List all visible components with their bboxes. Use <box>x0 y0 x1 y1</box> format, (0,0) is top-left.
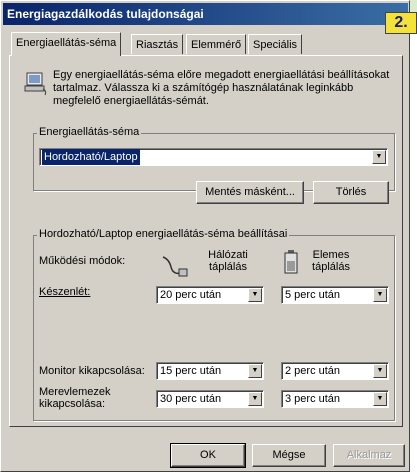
battery-power-label: Elemes táplálás <box>312 249 350 273</box>
tab-advanced[interactable]: Speciális <box>248 34 303 54</box>
scheme-select[interactable]: Hordozható/Laptop ▼ <box>39 148 388 166</box>
monitor-off-label: Monitor kikapcsolása: <box>39 365 145 377</box>
tab-power-schemes[interactable]: Energiaellátás-séma <box>11 32 122 56</box>
chevron-down-icon[interactable]: ▼ <box>373 288 387 302</box>
chevron-down-icon[interactable]: ▼ <box>248 288 262 302</box>
delete-button[interactable]: Törlés <box>313 181 389 204</box>
tab-power-meter[interactable]: Elemmérő <box>186 34 247 54</box>
step-badge: 2. <box>385 12 417 34</box>
modes-label: Működési módok: <box>39 255 126 267</box>
scheme-select-value: Hordozható/Laptop <box>42 149 140 165</box>
computer-power-icon <box>24 72 47 96</box>
window-title: Energiagazdálkodás tulajdonságai <box>3 3 408 25</box>
standby-battery-select[interactable]: 5 perc után ▼ <box>281 286 389 304</box>
power-options-dialog: Energiagazdálkodás tulajdonságai Energia… <box>0 0 410 472</box>
tab-alarms[interactable]: Riasztás <box>131 34 184 54</box>
monitor-ac-select[interactable]: 15 perc után ▼ <box>156 362 264 380</box>
disks-off-label: Merevlemezek kikapcsolása: <box>39 386 111 410</box>
disks-battery-select[interactable]: 3 perc után ▼ <box>281 390 389 408</box>
save-as-button[interactable]: Mentés másként... <box>196 181 304 204</box>
monitor-ac-value: 15 perc után <box>160 365 222 377</box>
chevron-down-icon[interactable]: ▼ <box>248 392 262 406</box>
chevron-down-icon[interactable]: ▼ <box>248 364 262 378</box>
disks-ac-select[interactable]: 30 perc után ▼ <box>156 390 264 408</box>
intro-text: Egy energiaellátás-séma előre megadott e… <box>53 69 390 107</box>
disks-battery-value: 3 perc után <box>285 393 341 405</box>
plug-icon <box>162 256 188 277</box>
standby-label: Készenlét: <box>39 286 91 298</box>
monitor-battery-value: 2 perc után <box>285 365 341 377</box>
apply-button[interactable]: Alkalmaz <box>333 444 405 467</box>
scheme-group-label: Energiaellátás-séma <box>37 126 142 138</box>
standby-battery-value: 5 perc után <box>285 289 341 301</box>
standby-ac-value: 20 perc után <box>160 289 222 301</box>
ok-button[interactable]: OK <box>170 443 246 468</box>
standby-ac-select[interactable]: 20 perc után ▼ <box>156 286 264 304</box>
disks-ac-value: 30 perc után <box>160 393 222 405</box>
settings-group-label: Hordozható/Laptop energiaellátás-séma be… <box>37 228 290 240</box>
chevron-down-icon[interactable]: ▼ <box>373 392 387 406</box>
chevron-down-icon[interactable]: ▼ <box>372 150 386 164</box>
ac-power-label: Hálózati táplálás <box>208 249 248 273</box>
cancel-button[interactable]: Mégse <box>252 444 326 467</box>
chevron-down-icon[interactable]: ▼ <box>373 364 387 378</box>
battery-icon <box>284 250 298 274</box>
monitor-battery-select[interactable]: 2 perc után ▼ <box>281 362 389 380</box>
